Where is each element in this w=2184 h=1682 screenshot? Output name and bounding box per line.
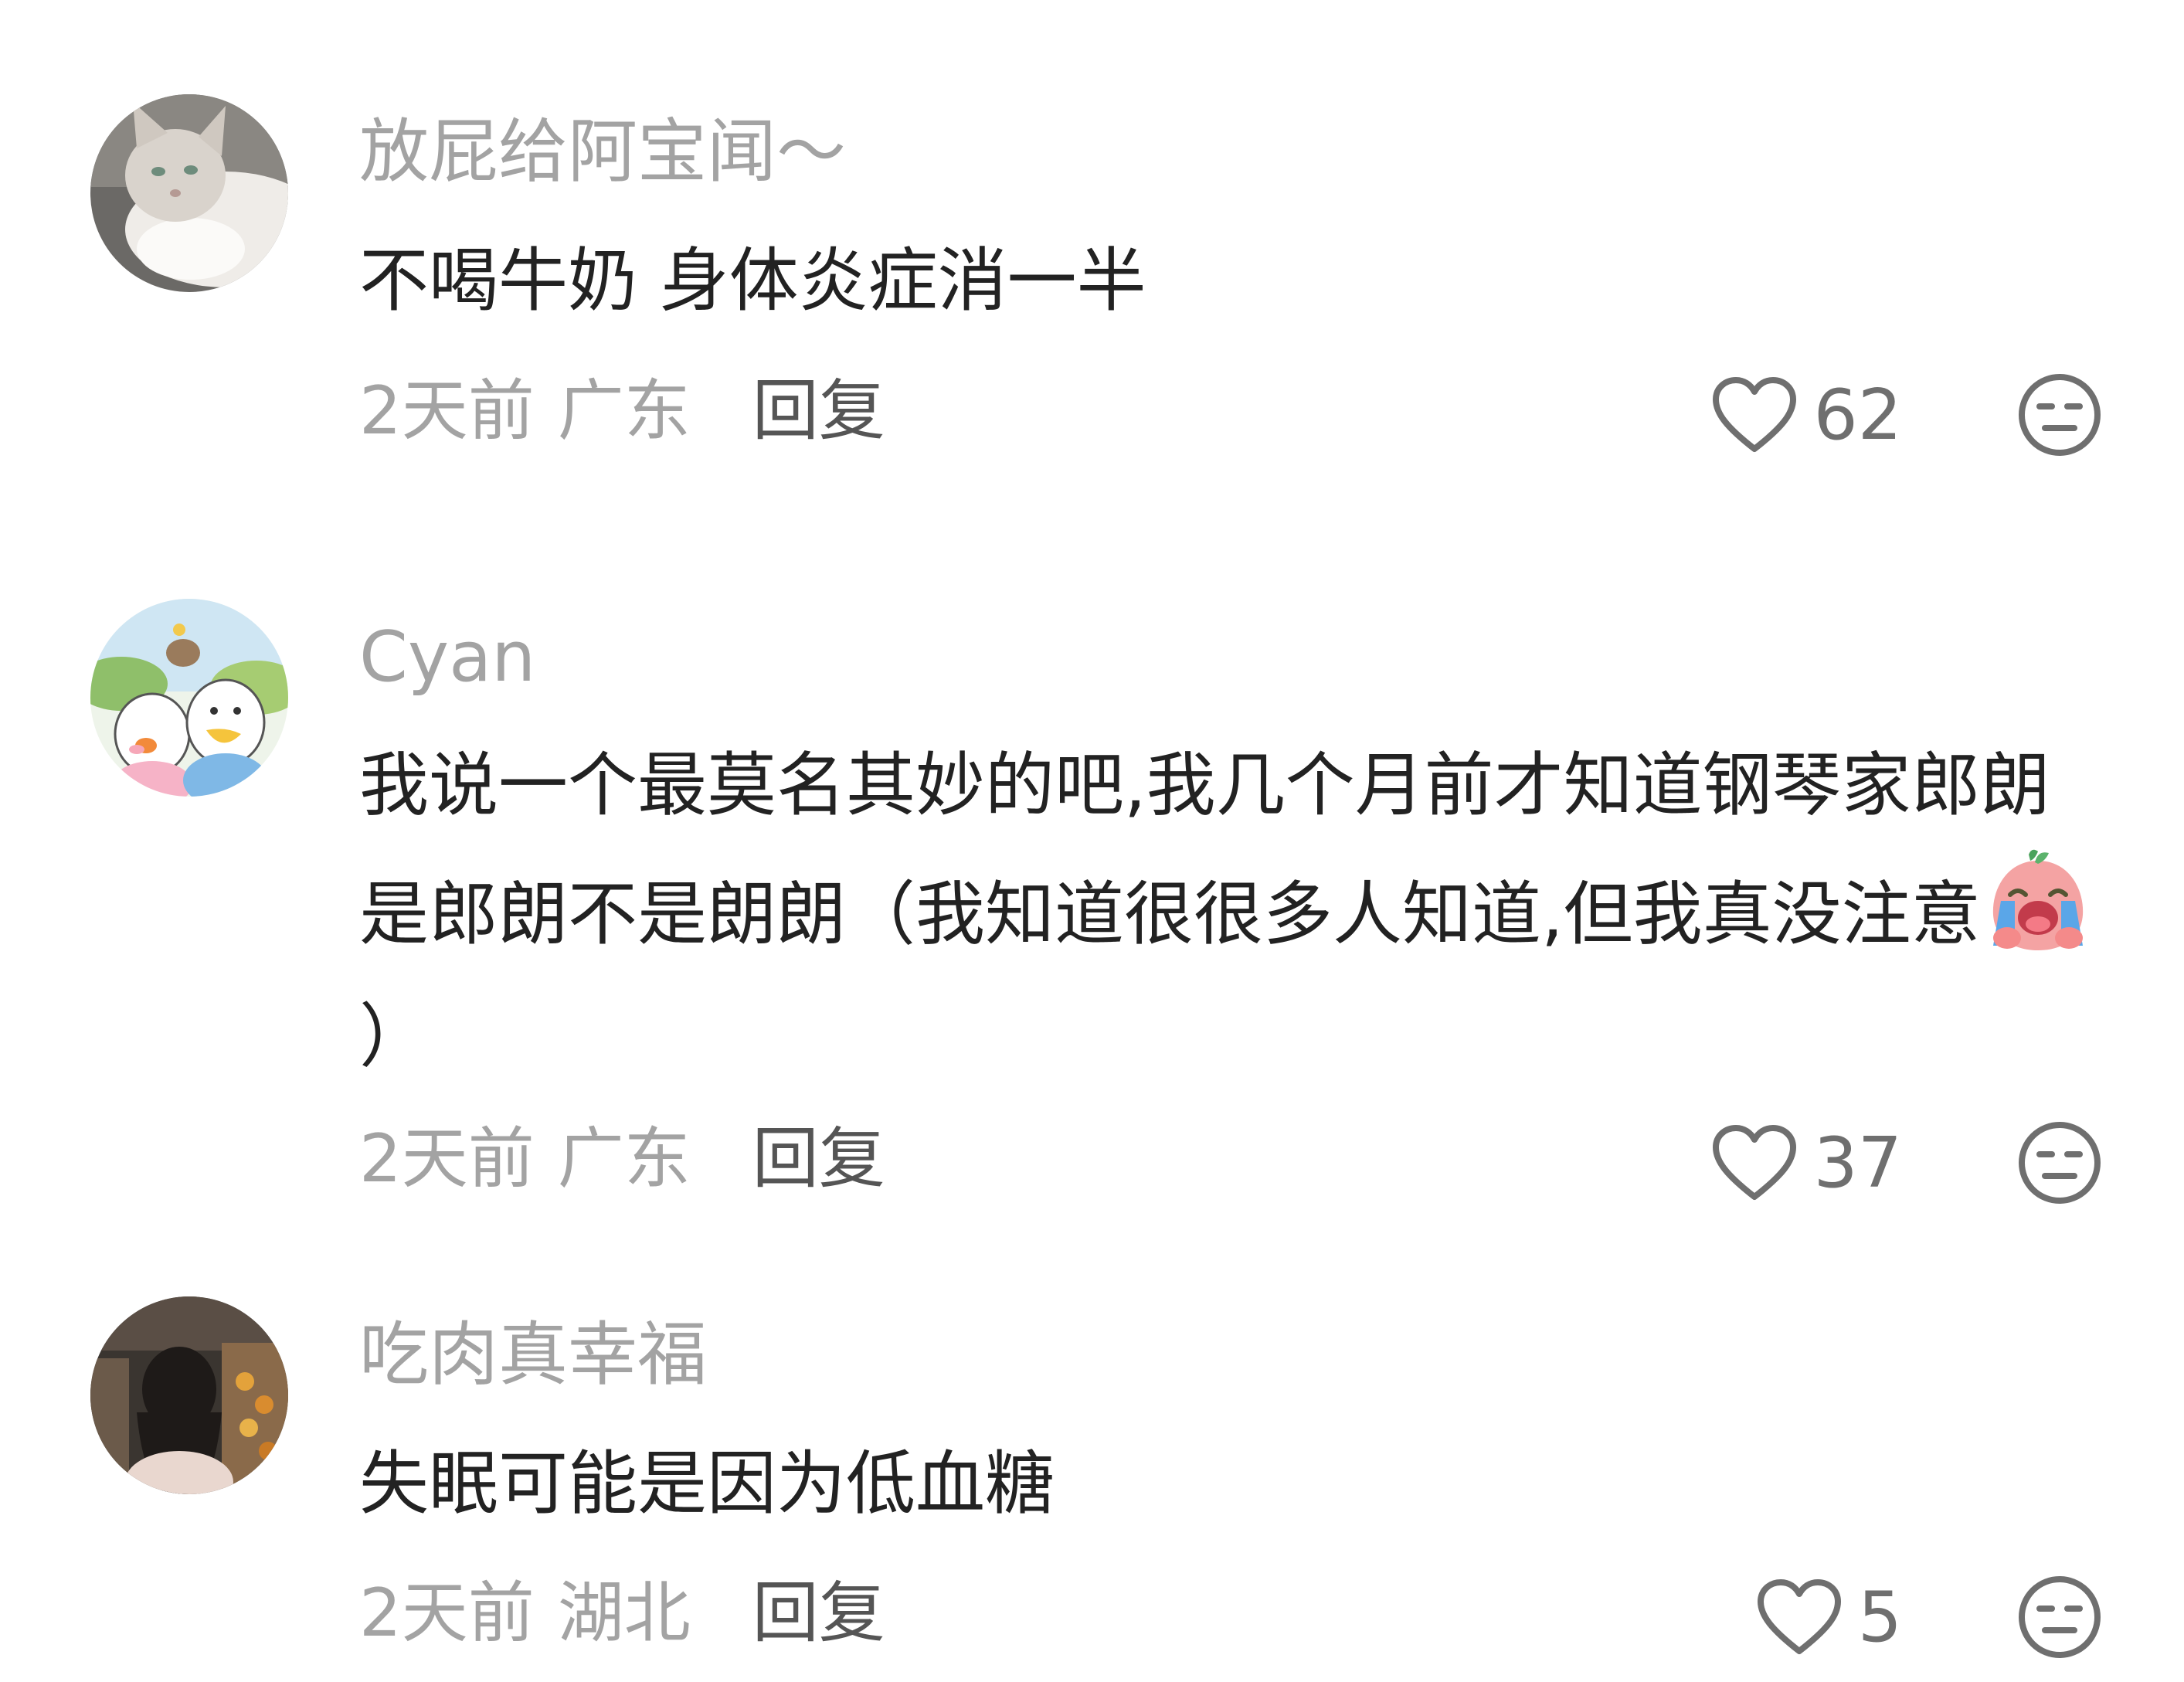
comment-meta: 2天前 湖北 回复 bbox=[359, 1571, 885, 1656]
username[interactable]: 放屁给阿宝闻～ bbox=[359, 110, 846, 195]
like-button[interactable]: 37 bbox=[1711, 1120, 1902, 1205]
comment-meta: 2天前 广东 回复 bbox=[359, 1116, 885, 1201]
like-button[interactable]: 5 bbox=[1756, 1575, 1902, 1660]
comment-meta: 2天前 广东 回复 bbox=[359, 369, 885, 454]
avatar[interactable] bbox=[90, 1296, 288, 1494]
heart-icon bbox=[1713, 377, 1797, 452]
like-button[interactable]: 62 bbox=[1711, 372, 1902, 457]
comment-location: 广东 bbox=[557, 372, 691, 450]
dislike-face-icon[interactable] bbox=[2017, 372, 2102, 457]
cat-avatar-icon bbox=[90, 94, 288, 292]
comment-text-main: 我说一个最莫名其妙的吧,我几个月前才知道钢琴家郎朗是郎朗不是朗朗（我知道很很多人… bbox=[359, 745, 2050, 955]
comment-time: 2天前 bbox=[359, 1575, 535, 1652]
comment-text: 我说一个最莫名其妙的吧,我几个月前才知道钢琴家郎朗是郎朗不是朗朗（我知道很很多人… bbox=[359, 725, 2105, 1098]
avatar[interactable] bbox=[90, 94, 288, 292]
comment-time: 2天前 bbox=[359, 372, 535, 450]
comment-location: 湖北 bbox=[557, 1575, 691, 1652]
comment-text: 失眠可能是因为低血糖 bbox=[359, 1443, 1055, 1524]
photo-person-avatar-icon bbox=[90, 1296, 288, 1494]
cartoon-ducks-avatar-icon bbox=[90, 599, 288, 797]
avatar[interactable] bbox=[90, 599, 288, 797]
like-count: 62 bbox=[1813, 374, 1902, 456]
comment-text: 不喝牛奶 身体炎症消一半 bbox=[359, 240, 1146, 321]
comment-location: 广东 bbox=[557, 1120, 691, 1198]
dislike-face-icon[interactable] bbox=[2017, 1575, 2102, 1660]
heart-icon bbox=[1713, 1125, 1797, 1200]
reply-button[interactable]: 回复 bbox=[752, 1120, 885, 1198]
username[interactable]: Cyan bbox=[359, 615, 535, 700]
comment-text-end: ） bbox=[359, 996, 429, 1077]
like-count: 5 bbox=[1857, 1576, 1902, 1658]
dislike-face-icon[interactable] bbox=[2017, 1120, 2102, 1205]
crying-face-emoji-icon bbox=[1992, 849, 2083, 950]
reply-button[interactable]: 回复 bbox=[752, 372, 885, 450]
username[interactable]: 吃肉真幸福 bbox=[359, 1313, 707, 1398]
reply-button[interactable]: 回复 bbox=[752, 1575, 885, 1652]
like-count: 37 bbox=[1813, 1122, 1902, 1204]
heart-icon bbox=[1757, 1579, 1841, 1654]
comment-time: 2天前 bbox=[359, 1120, 535, 1198]
